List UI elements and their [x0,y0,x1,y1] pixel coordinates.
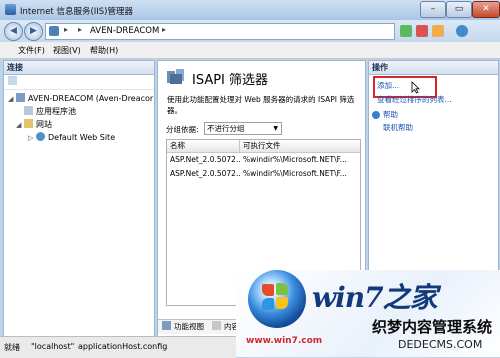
connect-icon[interactable] [8,76,17,85]
status-config: applicationHost.config [78,342,168,351]
refresh-icon[interactable] [400,25,412,37]
tree-item-app-pools[interactable]: 应用程序池 [4,105,154,118]
content-view-icon [212,321,221,330]
watermark: win7之家 www.win7.com 织梦内容管理系统 DEDECMS.COM [236,270,500,357]
help-icon [372,111,380,119]
online-help-action[interactable]: 联机帮助 [383,122,413,134]
address-path: AVEN-DREACOM [90,26,160,36]
help-action[interactable]: 帮助 [383,109,398,121]
tree-label: AVEN-DREACOM (Aven-Dreacor [28,94,154,103]
view-sorted-list-action[interactable]: 查看经过排序的列表... [377,94,452,106]
computer-icon [49,26,59,36]
address-field[interactable]: ▸ ▸ AVEN-DREACOM ▸ [45,23,395,40]
window-titlebar: Internet 信息服务(IIS)管理器 – ▭ ✕ [0,0,500,21]
watermark-url-secondary: www.win7.com [246,336,323,346]
window-title: Internet 信息服务(IIS)管理器 [20,7,133,17]
back-button[interactable]: ◀ [4,22,23,41]
tree-label: Default Web Site [48,133,116,142]
close-button[interactable]: ✕ [472,1,500,18]
collapse-arrow-icon[interactable]: ◢ [16,119,24,132]
server-icon [16,93,25,102]
add-action[interactable]: 添加... [377,80,399,92]
tree-label: 网站 [36,120,52,129]
maximize-button[interactable]: ▭ [446,1,472,18]
page-title: ISAPI 筛选器 [192,73,269,88]
tree-item-default-web-site[interactable]: ▷ Default Web Site [4,131,154,144]
address-bar: ◀ ▶ ▸ ▸ AVEN-DREACOM ▸ [0,20,500,42]
isapi-filter-icon [167,69,184,84]
forward-button[interactable]: ▶ [24,22,43,41]
menu-help[interactable]: 帮助(H) [90,45,118,56]
globe-icon [36,132,45,141]
cell-name: ASP.Net_2.0.5072... [170,169,240,178]
expand-arrow-icon[interactable]: ▷ [28,132,36,145]
path-separator-icon: ▸ [78,25,83,34]
connections-pane: 连接 ◢ AVEN-DREACOM (Aven-Dreacor 应用程序池 ◢ 网站… [3,60,155,354]
menu-view[interactable]: 视图(V) [53,45,81,56]
status-server: "localhost" [31,342,75,351]
menu-file[interactable]: 文件(F) [18,45,45,56]
app-pool-icon [24,106,33,115]
connections-toolbar [4,75,154,90]
cell-executable: %windir%\Microsoft.NET\F... [243,155,347,164]
iis-app-icon [5,4,16,15]
home-icon[interactable] [432,25,444,37]
folder-icon [24,119,33,128]
watermark-title: win7之家 [312,281,438,314]
help-icon[interactable] [456,25,468,37]
column-header-executable[interactable]: 可执行文件 [240,140,360,153]
tree-item-sites[interactable]: ◢ 网站 [4,118,154,131]
actions-header: 操作 [369,61,498,75]
minimize-button[interactable]: – [420,1,446,18]
collapse-arrow-icon[interactable]: ◢ [8,93,16,106]
tab-label: 功能视图 [174,322,204,331]
column-header-name[interactable]: 名称 [167,140,240,153]
watermark-url: DEDECMS.COM [398,338,483,351]
path-separator-icon: ▸ [162,25,167,34]
status-bar: 就绪 "localhost" applicationHost.config [0,336,236,358]
groupby-value: 不进行分组 [207,124,245,133]
path-separator-icon: ▸ [64,25,69,34]
cell-executable: %windir%\Microsoft.NET\F... [243,169,347,178]
windows-logo [248,270,306,328]
groupby-label: 分组依据: [166,125,199,134]
feature-description: 使用此功能配置处理对 Web 服务器的请求的 ISAPI 筛选器。 [167,95,355,115]
features-view-icon [162,321,171,330]
connections-header: 连接 [4,61,154,75]
stop-icon[interactable] [416,25,428,37]
tree-item-server[interactable]: ◢ AVEN-DREACOM (Aven-Dreacor [4,92,154,105]
status-text: 就绪 [4,343,20,352]
tree-label: 应用程序池 [36,107,76,116]
tab-features-view[interactable]: 功能视图 [162,321,204,332]
chevron-down-icon: ▼ [273,125,278,132]
cell-name: ASP.Net_2.0.5072... [170,155,240,164]
groupby-select[interactable]: 不进行分组 ▼ [204,122,282,135]
menu-bar: 文件(F) 视图(V) 帮助(H) [0,42,500,59]
watermark-subtitle: 织梦内容管理系统 [372,318,493,336]
